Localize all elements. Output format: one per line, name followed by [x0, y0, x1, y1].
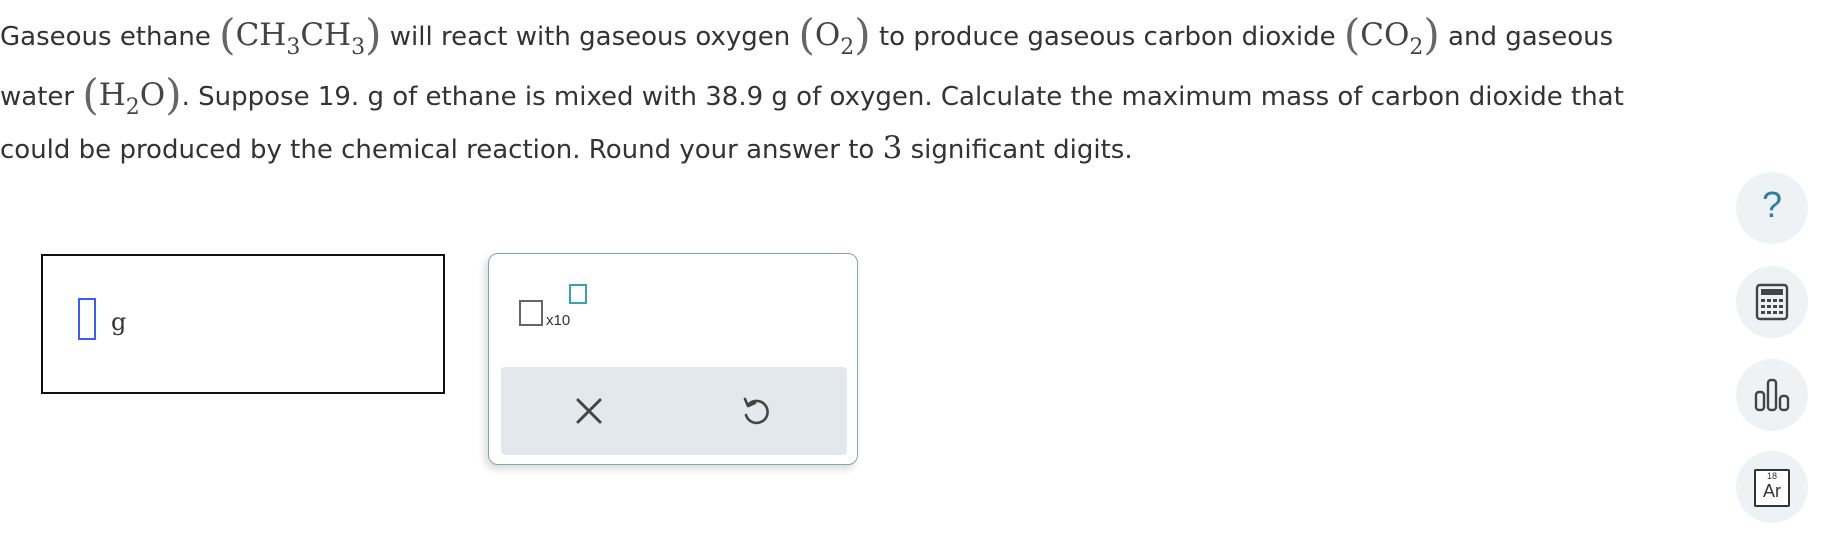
text-segment: will react with gaseous oxygen — [381, 22, 799, 52]
exponent-box-icon — [569, 284, 587, 304]
paren-open: ( — [219, 10, 236, 59]
paren-close: ) — [165, 70, 182, 119]
question-line-3: could be produced by the chemical reacti… — [0, 130, 1133, 166]
significant-digits-number: 3 — [882, 130, 903, 166]
question-line-2: water (H2O). Suppose 19. g of ethane is … — [0, 70, 1624, 120]
answer-input[interactable] — [78, 298, 96, 340]
atomic-number: 18 — [1766, 471, 1777, 481]
undo-icon — [743, 397, 769, 425]
unit-label: g — [111, 308, 127, 336]
text-segment: and gaseous — [1439, 22, 1614, 52]
scientific-notation-button[interactable]: x10 — [519, 284, 589, 334]
formula-part: CH — [235, 17, 287, 53]
formula-subscript: 2 — [125, 95, 140, 120]
answer-box[interactable]: g — [41, 254, 445, 394]
paren-close: ) — [1423, 10, 1440, 59]
co2-formula: CO2 — [1360, 17, 1423, 60]
math-tool-panel: x10 — [488, 253, 858, 465]
formula-part: O — [139, 77, 166, 113]
data-chart-button[interactable] — [1736, 359, 1808, 431]
action-bar — [501, 367, 847, 455]
formula-subscript: 2 — [840, 35, 855, 60]
periodic-table-icon: 18 Ar — [1754, 469, 1790, 507]
undo-button[interactable] — [736, 391, 776, 431]
text-segment: . Suppose 19. g of ethane is mixed with … — [181, 82, 1624, 112]
bar-chart-icon — [1754, 378, 1790, 412]
paren-open: ( — [82, 70, 99, 119]
oxygen-formula: O2 — [814, 17, 854, 60]
paren-close: ) — [365, 10, 382, 59]
paren-open: ( — [798, 10, 815, 59]
ethane-formula: CH3CH3 — [235, 17, 366, 60]
text-segment: significant digits. — [902, 135, 1133, 165]
text-segment: could be produced by the chemical reacti… — [0, 135, 883, 165]
close-icon — [576, 398, 602, 424]
formula-part: CO — [1360, 17, 1410, 53]
question-mark-icon: ? — [1761, 184, 1783, 225]
formula-subscript: 3 — [286, 35, 301, 60]
calculator-button[interactable] — [1736, 266, 1808, 338]
question-line-1: Gaseous ethane (CH3CH3) will react with … — [0, 10, 1614, 60]
formula-part: H — [98, 77, 126, 113]
x10-label: x10 — [546, 312, 571, 329]
text-segment: water — [0, 82, 83, 112]
calculator-icon — [1755, 283, 1789, 321]
mantissa-box-icon — [519, 300, 543, 326]
formula-part: O — [814, 17, 841, 53]
formula-subscript: 2 — [1409, 35, 1424, 60]
text-segment: Gaseous ethane — [0, 22, 220, 52]
periodic-table-button[interactable]: 18 Ar — [1736, 451, 1808, 523]
water-formula: H2O — [98, 77, 166, 120]
text-segment: to produce gaseous carbon dioxide — [870, 22, 1344, 52]
help-button[interactable]: ? — [1736, 172, 1808, 244]
paren-open: ( — [1343, 10, 1361, 59]
formula-part: CH — [300, 17, 352, 53]
clear-button[interactable] — [569, 391, 609, 431]
formula-subscript: 3 — [351, 35, 366, 60]
paren-close: ) — [854, 10, 871, 59]
element-symbol: Ar — [1763, 481, 1781, 501]
